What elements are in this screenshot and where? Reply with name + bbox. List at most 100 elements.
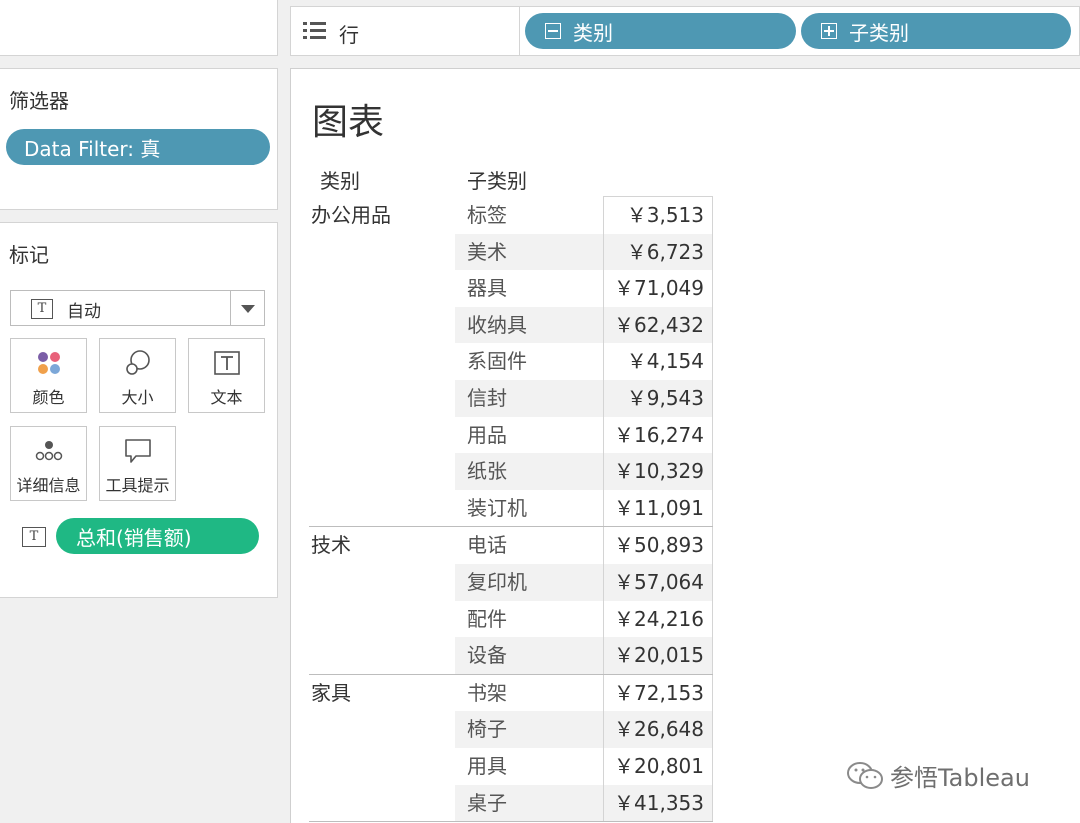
sales-value-cell[interactable]: ￥4,154 <box>603 343 713 380</box>
category-pill[interactable]: 类别 <box>525 13 796 49</box>
rows-shelf-label: 行 <box>339 23 359 47</box>
subcategory-pill[interactable]: 子类别 <box>801 13 1071 49</box>
table-row[interactable]: 纸张 ￥10,329 <box>309 453 713 490</box>
worksheet-view: 图表 类别 子类别 办公用品 标签 ￥3,513 美术 ￥6,723 器具 ￥71,049 收… <box>290 68 1080 823</box>
watermark-text: 参悟Tableau <box>890 764 1030 792</box>
detail-label: 详细信息 <box>16 476 81 495</box>
sales-value-cell[interactable]: ￥16,274 <box>603 416 713 454</box>
subcategory-cell[interactable]: 书架 <box>455 675 603 712</box>
mark-type-select[interactable]: T 自动 <box>10 290 265 326</box>
subcategory-cell[interactable]: 装订机 <box>455 490 603 527</box>
subcategory-cell[interactable]: 系固件 <box>455 343 603 380</box>
sales-value-cell[interactable]: ￥11,091 <box>603 489 713 527</box>
sales-value-cell[interactable]: ￥10,329 <box>603 453 713 490</box>
table-row[interactable]: 桌子 ￥41,353 <box>309 784 713 822</box>
category-pill-label: 类别 <box>573 20 613 45</box>
sum-sales-pill[interactable]: 总和(销售额) <box>56 518 259 554</box>
list-icon <box>303 21 327 45</box>
subcategory-header[interactable]: 子类别 <box>467 165 527 194</box>
expand-icon[interactable] <box>821 23 837 39</box>
wechat-icon <box>847 761 883 789</box>
subcategory-cell[interactable]: 电话 <box>455 527 603 564</box>
subcategory-cell[interactable]: 用品 <box>455 417 603 454</box>
table-row[interactable]: 复印机 ￥57,064 <box>309 563 713 601</box>
subcategory-cell[interactable]: 设备 <box>455 637 603 674</box>
table-row[interactable]: 技术 电话 ￥50,893 <box>309 527 713 564</box>
sales-value-cell[interactable]: ￥6,723 <box>603 233 713 271</box>
subcategory-cell[interactable]: 椅子 <box>455 711 603 748</box>
collapse-icon[interactable] <box>545 23 561 39</box>
table-row[interactable]: 用具 ￥20,801 <box>309 747 713 785</box>
detail-button[interactable]: 详细信息 <box>10 426 87 501</box>
sales-value-cell[interactable]: ￥57,064 <box>603 563 713 601</box>
sales-value-cell[interactable]: ￥24,216 <box>603 600 713 638</box>
watermark: 参悟Tableau <box>846 758 1030 793</box>
top-left-panel <box>0 0 278 56</box>
sales-value-cell[interactable]: ￥3,513 <box>603 197 713 234</box>
table-bottom-border <box>309 821 713 823</box>
table-row[interactable]: 信封 ￥9,543 <box>309 379 713 417</box>
text-icon <box>189 349 264 377</box>
table-row[interactable]: 用品 ￥16,274 <box>309 416 713 454</box>
table-row[interactable]: 家具 书架 ￥72,153 <box>309 674 713 712</box>
chevron-down-icon[interactable] <box>241 305 255 313</box>
color-button[interactable]: 颜色 <box>10 338 87 413</box>
size-label: 大小 <box>121 388 154 407</box>
select-divider <box>230 291 231 325</box>
subcategory-cell[interactable]: 收纳具 <box>455 306 603 344</box>
subcategory-cell[interactable]: 美术 <box>455 233 603 271</box>
mark-type-label: 自动 <box>67 302 101 322</box>
tooltip-label: 工具提示 <box>105 476 170 495</box>
worksheet-title: 图表 <box>312 102 385 143</box>
subcategory-cell[interactable]: 信封 <box>455 379 603 417</box>
size-button[interactable]: 大小 <box>99 338 176 413</box>
category-header[interactable]: 类别 <box>320 165 360 194</box>
table-row[interactable]: 收纳具 ￥62,432 <box>309 306 713 344</box>
table-row[interactable]: 器具 ￥71,049 <box>309 270 713 307</box>
data-filter-pill[interactable]: Data Filter: 真 <box>6 129 270 165</box>
sales-value-cell[interactable]: ￥20,015 <box>603 637 713 674</box>
table-row[interactable]: 装订机 ￥11,091 <box>309 489 713 527</box>
subcategory-cell[interactable]: 复印机 <box>455 563 603 601</box>
data-filter-label: Data Filter: 真 <box>24 136 161 161</box>
table-row[interactable]: 设备 ￥20,015 <box>309 637 713 674</box>
text-mark-icon: T <box>31 299 53 319</box>
marks-title: 标记 <box>9 243 49 267</box>
category-cell[interactable]: 办公用品 <box>311 197 391 233</box>
sales-value-cell[interactable]: ￥26,648 <box>603 711 713 748</box>
size-icon <box>100 349 175 377</box>
subcategory-cell[interactable]: 标签 <box>455 197 603 234</box>
sales-value-cell[interactable]: ￥50,893 <box>603 527 713 564</box>
filters-title: 筛选器 <box>9 89 69 113</box>
sum-sales-label: 总和(销售额) <box>76 525 192 550</box>
category-cell[interactable]: 技术 <box>311 527 351 563</box>
color-label: 颜色 <box>32 388 65 407</box>
tooltip-button[interactable]: 工具提示 <box>99 426 176 501</box>
detail-icon <box>11 437 86 465</box>
subcategory-cell[interactable]: 用具 <box>455 748 603 785</box>
shelf-divider <box>519 7 520 55</box>
table-row[interactable]: 美术 ￥6,723 <box>309 233 713 271</box>
table-row[interactable]: 椅子 ￥26,648 <box>309 711 713 748</box>
tooltip-icon <box>100 437 175 465</box>
category-cell[interactable]: 家具 <box>311 675 351 711</box>
table-row[interactable]: 配件 ￥24,216 <box>309 600 713 638</box>
text-button[interactable]: 文本 <box>188 338 265 413</box>
subcategory-cell[interactable]: 器具 <box>455 270 603 307</box>
table-row[interactable]: 系固件 ￥4,154 <box>309 343 713 380</box>
subcategory-cell[interactable]: 纸张 <box>455 453 603 490</box>
color-icon <box>11 349 86 377</box>
sales-value-cell[interactable]: ￥20,801 <box>603 747 713 785</box>
sales-value-cell[interactable]: ￥9,543 <box>603 379 713 417</box>
sales-value-cell[interactable]: ￥41,353 <box>603 784 713 822</box>
sales-value-cell[interactable]: ￥72,153 <box>603 674 713 712</box>
table-row[interactable]: 办公用品 标签 ￥3,513 <box>309 197 713 234</box>
rows-shelf: 行 类别 子类别 <box>290 6 1080 56</box>
text-label: 文本 <box>210 388 243 407</box>
subcategory-pill-label: 子类别 <box>849 20 909 45</box>
subcategory-cell[interactable]: 配件 <box>455 601 603 638</box>
crosstab: 办公用品 标签 ￥3,513 美术 ￥6,723 器具 ￥71,049 收纳具 ￥62,432 系… <box>309 196 713 823</box>
subcategory-cell[interactable]: 桌子 <box>455 784 603 822</box>
sales-value-cell[interactable]: ￥62,432 <box>603 306 713 344</box>
sales-value-cell[interactable]: ￥71,049 <box>603 270 713 307</box>
